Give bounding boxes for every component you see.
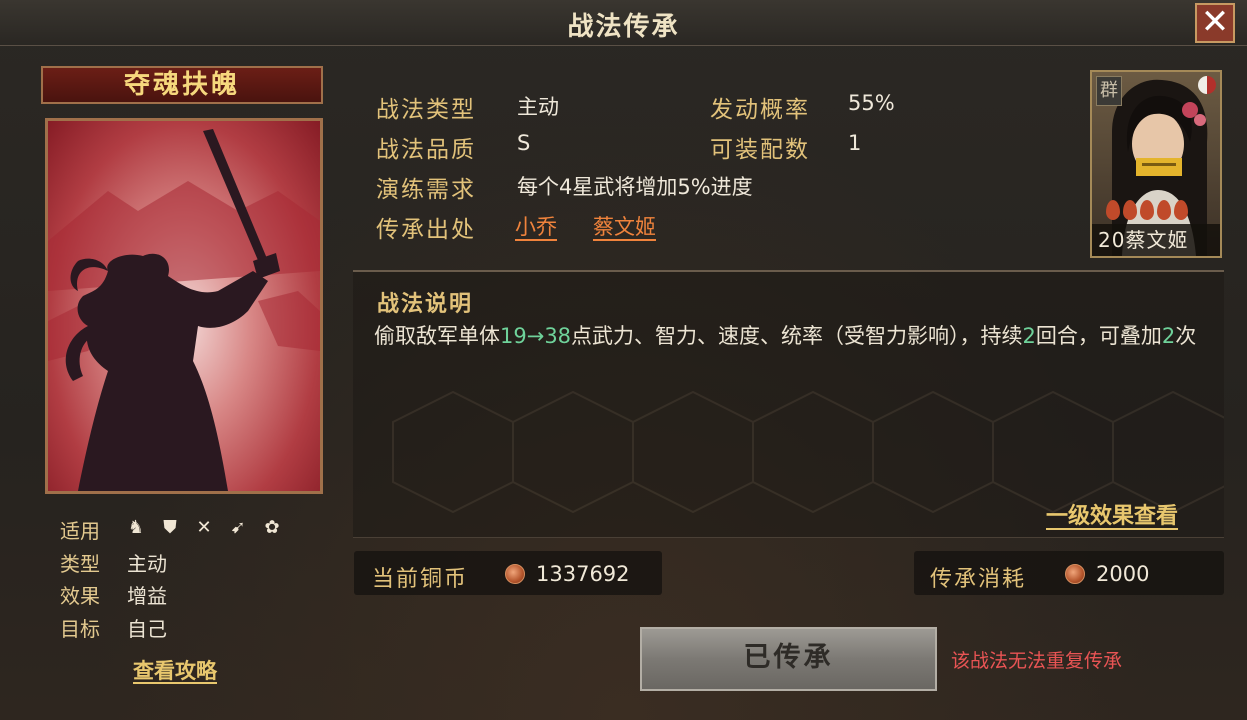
skill-name: 夺魂扶魄 — [41, 66, 323, 104]
view-guide-link[interactable]: 查看攻略 — [133, 655, 217, 685]
source-link-xiaoqiao[interactable]: 小乔 — [515, 211, 557, 241]
inherited-button[interactable]: 已传承 — [640, 627, 937, 691]
type-label: 类型 — [60, 552, 100, 576]
faction-badge: 群 — [1096, 76, 1122, 106]
title-bar: 战法传承 ✕ — [0, 0, 1247, 46]
effect-label: 效果 — [60, 584, 100, 608]
target-label: 目标 — [60, 617, 100, 641]
hero-card[interactable]: 群 20蔡文姬 — [1090, 70, 1222, 258]
copper-coin-icon — [505, 564, 525, 584]
spear-icon: ➹ — [230, 517, 246, 538]
desc-part: 偷取敌军单体 — [374, 324, 500, 348]
desc-part: 次 — [1175, 324, 1197, 348]
desc-part: 回合，可叠加 — [1035, 324, 1162, 348]
skill-quality-value: S — [517, 131, 531, 155]
hero-stars — [1106, 200, 1188, 220]
description-text: 偷取敌军单体19→38点武力、智力、速度、统率（受智力影响），持续2回合，可叠加… — [374, 318, 1204, 354]
training-req-value: 每个4星武将增加5%进度 — [517, 175, 753, 199]
skill-inherit-window: 战法传承 ✕ 夺魂扶魄 适用 ♞ ⛊ ✕ ➹ ✿ 类型 主动 效果 增益 目标 … — [0, 0, 1247, 720]
cavalry-icon: ♞ — [127, 517, 145, 538]
crossed-bows-icon: ✕ — [196, 517, 212, 538]
type-value: 主动 — [127, 552, 167, 576]
inherit-source-label: 传承出处 — [376, 217, 476, 243]
star-icon — [1157, 200, 1171, 220]
inherit-cost-label: 传承消耗 — [930, 567, 1027, 592]
star-icon — [1106, 200, 1120, 220]
copper-coin-icon — [1065, 564, 1085, 584]
skill-illustration — [45, 118, 323, 494]
skill-type-value: 主动 — [517, 95, 559, 119]
hero-level-name: 20蔡文姬 — [1092, 224, 1220, 256]
description-title: 战法说明 — [377, 292, 474, 317]
wheel-icon: ✿ — [264, 517, 280, 538]
skill-quality-label: 战法品质 — [376, 137, 476, 163]
trigger-rate-label: 发动概率 — [710, 97, 810, 123]
star-icon — [1123, 200, 1137, 220]
current-coins-value: 1337692 — [536, 562, 630, 586]
level1-effect-link[interactable]: 一级效果查看 — [1046, 498, 1178, 530]
inherit-cost-value: 2000 — [1096, 562, 1150, 586]
desc-value-range: 19→38 — [500, 324, 572, 348]
source-link-caiwenji[interactable]: 蔡文姬 — [593, 211, 656, 241]
desc-part: 点武力、智力、速度、统率（受智力影响），持续 — [571, 324, 1023, 348]
target-value: 自己 — [127, 617, 167, 641]
suitable-troops: ♞ ⛊ ✕ ➹ ✿ — [125, 517, 283, 541]
window-title: 战法传承 — [567, 12, 680, 42]
yinyang-icon — [1198, 76, 1216, 94]
shield-icon: ⛊ — [163, 517, 177, 538]
suitable-label: 适用 — [60, 519, 100, 543]
equip-count-label: 可装配数 — [710, 137, 810, 163]
close-button[interactable]: ✕ — [1195, 3, 1235, 43]
warrior-silhouette-icon — [48, 129, 320, 491]
desc-duration: 2 — [1022, 324, 1036, 348]
star-icon — [1174, 200, 1188, 220]
cannot-repeat-warning: 该战法无法重复传承 — [951, 650, 1123, 672]
skill-type-label: 战法类型 — [376, 97, 476, 123]
training-req-label: 演练需求 — [376, 177, 476, 203]
effect-value: 增益 — [127, 584, 167, 608]
equip-count-value: 1 — [848, 131, 862, 155]
trigger-rate-value: 55% — [848, 91, 895, 115]
current-coins-label: 当前铜币 — [372, 567, 469, 592]
star-icon — [1140, 200, 1154, 220]
desc-stack-count: 2 — [1161, 324, 1176, 348]
